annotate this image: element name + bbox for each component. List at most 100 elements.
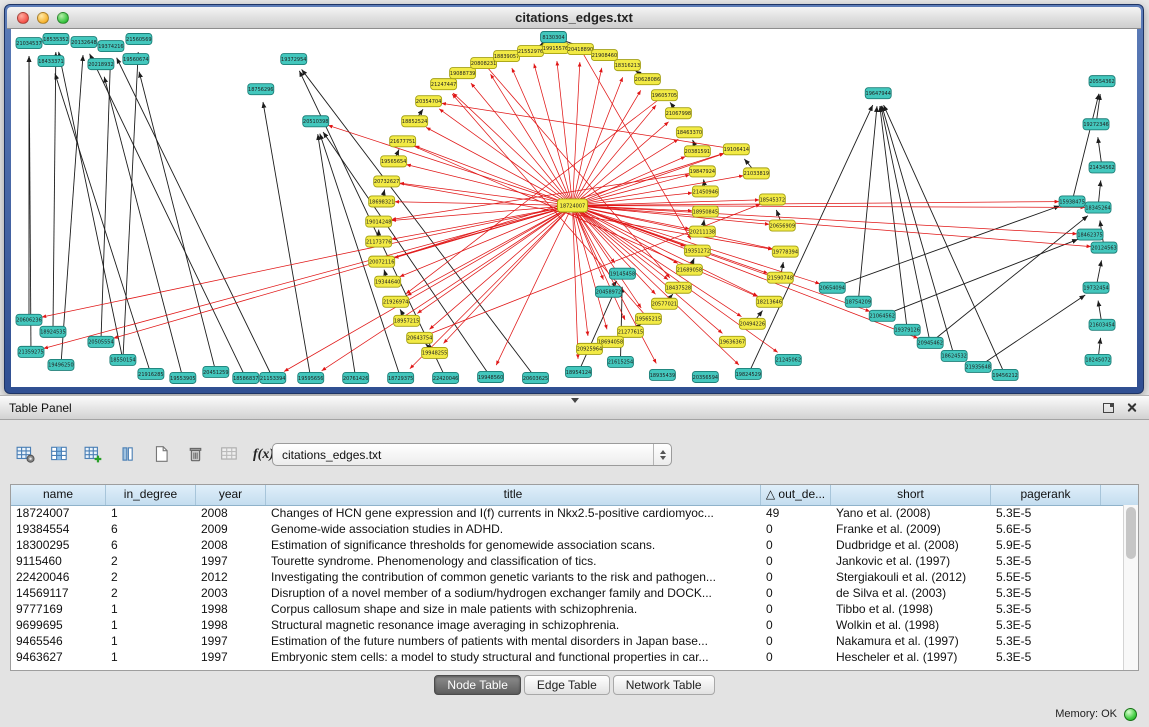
graph-node[interactable]: 18437528 xyxy=(665,282,691,293)
graph-edge[interactable] xyxy=(263,102,310,374)
graph-node[interactable]: 21359275 xyxy=(18,346,44,357)
graph-node[interactable]: 19565654 xyxy=(381,156,407,167)
graph-node[interactable]: 20761426 xyxy=(343,372,369,383)
graph-node[interactable]: 18924535 xyxy=(40,326,66,337)
graph-node[interactable]: 19647944 xyxy=(865,88,891,99)
graph-node[interactable]: 20072116 xyxy=(369,256,395,267)
graph-node[interactable]: 21552976 xyxy=(518,46,544,57)
graph-node[interactable]: 19379126 xyxy=(894,324,920,335)
graph-node[interactable]: 18624532 xyxy=(941,350,967,361)
column-header-out-degree[interactable]: △ out_de... xyxy=(761,485,831,505)
graph-node[interactable]: 19351272 xyxy=(684,245,710,256)
column-header-title[interactable]: title xyxy=(266,485,761,505)
graph-node[interactable]: 19732454 xyxy=(1083,282,1109,293)
graph-node[interactable]: 19106414 xyxy=(723,144,749,155)
graph-edge[interactable] xyxy=(117,58,271,375)
graph-node[interactable]: 21153394 xyxy=(260,372,286,383)
column-header-in-degree[interactable]: in_degree xyxy=(106,485,196,505)
graph-node[interactable]: 20124563 xyxy=(1091,242,1117,253)
graph-node[interactable]: 21926974 xyxy=(383,296,409,307)
graph-node[interactable]: 19915576 xyxy=(543,43,569,54)
splitter-handle-icon[interactable] xyxy=(571,398,579,403)
graph-edge[interactable] xyxy=(1098,180,1100,203)
graph-node[interactable]: 19496250 xyxy=(48,359,74,370)
graph-edge[interactable] xyxy=(53,52,56,328)
graph-node[interactable]: 18950845 xyxy=(692,206,718,217)
graph-node[interactable]: 18535352 xyxy=(43,34,69,45)
graph-node[interactable]: 18756296 xyxy=(248,84,274,95)
table-row[interactable]: 977716911998Corpus callosum shape and si… xyxy=(11,601,1123,617)
graph-node[interactable]: 18729375 xyxy=(388,372,414,383)
graph-node[interactable]: 18754209 xyxy=(845,296,871,307)
graph-node[interactable]: 20577021 xyxy=(651,298,677,309)
graph-node[interactable]: 18545372 xyxy=(759,194,785,205)
graph-node[interactable]: 21615254 xyxy=(607,356,633,367)
table-row[interactable]: 946554611997Estimation of the future num… xyxy=(11,633,1123,649)
graph-node[interactable]: 21033819 xyxy=(743,168,769,179)
graph-node[interactable]: 18954124 xyxy=(566,366,592,377)
graph-edge[interactable] xyxy=(59,52,122,356)
graph-node[interactable]: 21067998 xyxy=(665,108,691,119)
table-row[interactable]: 911546021997Tourette syndrome. Phenomeno… xyxy=(11,553,1123,569)
graph-edge[interactable] xyxy=(1073,94,1099,198)
graph-node[interactable]: 18724007 xyxy=(558,199,588,212)
graph-node[interactable]: 20211138 xyxy=(689,226,715,237)
graph-edge[interactable] xyxy=(1098,301,1101,322)
graph-edge[interactable] xyxy=(1097,260,1102,283)
graph-edge[interactable] xyxy=(576,208,778,353)
table-row[interactable]: 1830029562008Estimation of significance … xyxy=(11,537,1123,553)
graph-node[interactable]: 20808231 xyxy=(471,58,497,69)
graph-edge[interactable] xyxy=(406,164,568,204)
graph-node[interactable]: 20451259 xyxy=(203,366,229,377)
graph-edge[interactable] xyxy=(320,134,400,375)
graph-edge[interactable] xyxy=(61,55,83,361)
column-header-pagerank[interactable]: pagerank xyxy=(991,485,1101,505)
table-row[interactable]: 969969511998Structural magnetic resonanc… xyxy=(11,617,1123,633)
graph-node[interactable]: 21677751 xyxy=(390,136,416,147)
graph-node[interactable]: 21908460 xyxy=(591,50,617,61)
graph-edge[interactable] xyxy=(557,61,572,201)
graph-node[interactable]: 20643754 xyxy=(407,332,433,343)
zoom-window-button[interactable] xyxy=(57,12,69,24)
graph-node[interactable]: 19778394 xyxy=(772,246,798,257)
graph-node[interactable]: 20945462 xyxy=(917,337,943,348)
graph-edge[interactable] xyxy=(981,295,1085,365)
table-row[interactable]: 1456911722003Disruption of a novel membe… xyxy=(11,585,1123,601)
graph-edge[interactable] xyxy=(886,239,1078,314)
graph-node[interactable]: 20732627 xyxy=(374,176,400,187)
graph-node[interactable]: 19344640 xyxy=(375,276,401,287)
graph-node[interactable]: 19948560 xyxy=(478,371,504,382)
table-selector-dropdown[interactable]: citations_edges.txt xyxy=(272,443,672,466)
close-window-button[interactable] xyxy=(17,12,29,24)
graph-node[interactable]: 19605705 xyxy=(651,90,677,101)
graph-edge[interactable] xyxy=(90,54,244,375)
graph-node[interactable]: 20132648 xyxy=(71,37,97,48)
graph-node[interactable]: 18213646 xyxy=(756,296,782,307)
new-table-button[interactable] xyxy=(148,443,175,468)
graph-edge[interactable] xyxy=(42,206,569,317)
graph-node[interactable]: 21277615 xyxy=(617,326,643,337)
graph-edge[interactable] xyxy=(859,106,877,298)
graph-node[interactable]: 19014248 xyxy=(366,216,392,227)
column-header-name[interactable]: name xyxy=(11,485,106,505)
table-options-button[interactable] xyxy=(12,443,39,468)
graph-node[interactable]: 18433371 xyxy=(38,56,64,67)
float-panel-icon[interactable] xyxy=(1103,403,1114,413)
graph-node[interactable]: 20510398 xyxy=(303,116,329,127)
graph-node[interactable]: 19374216 xyxy=(98,41,124,52)
graph-node[interactable]: 19824529 xyxy=(735,368,761,379)
tab-network-table[interactable]: Network Table xyxy=(613,675,715,695)
graph-node[interactable]: 19272346 xyxy=(1083,119,1109,130)
graph-node[interactable]: 20606236 xyxy=(16,314,42,325)
graph-node[interactable]: 19636367 xyxy=(719,336,745,347)
graph-node[interactable]: 21590748 xyxy=(767,272,793,283)
graph-node[interactable]: 21434562 xyxy=(1089,162,1115,173)
graph-edge[interactable] xyxy=(1098,338,1100,357)
graph-edge[interactable] xyxy=(576,206,1085,208)
graph-node[interactable]: 20494226 xyxy=(739,318,765,329)
window-titlebar[interactable]: citations_edges.txt xyxy=(7,7,1141,29)
graph-edge[interactable] xyxy=(55,74,150,371)
graph-node[interactable]: 18462375 xyxy=(1077,229,1103,240)
scrollbar-thumb[interactable] xyxy=(1126,507,1136,559)
graph-node[interactable]: 20381591 xyxy=(684,146,710,157)
